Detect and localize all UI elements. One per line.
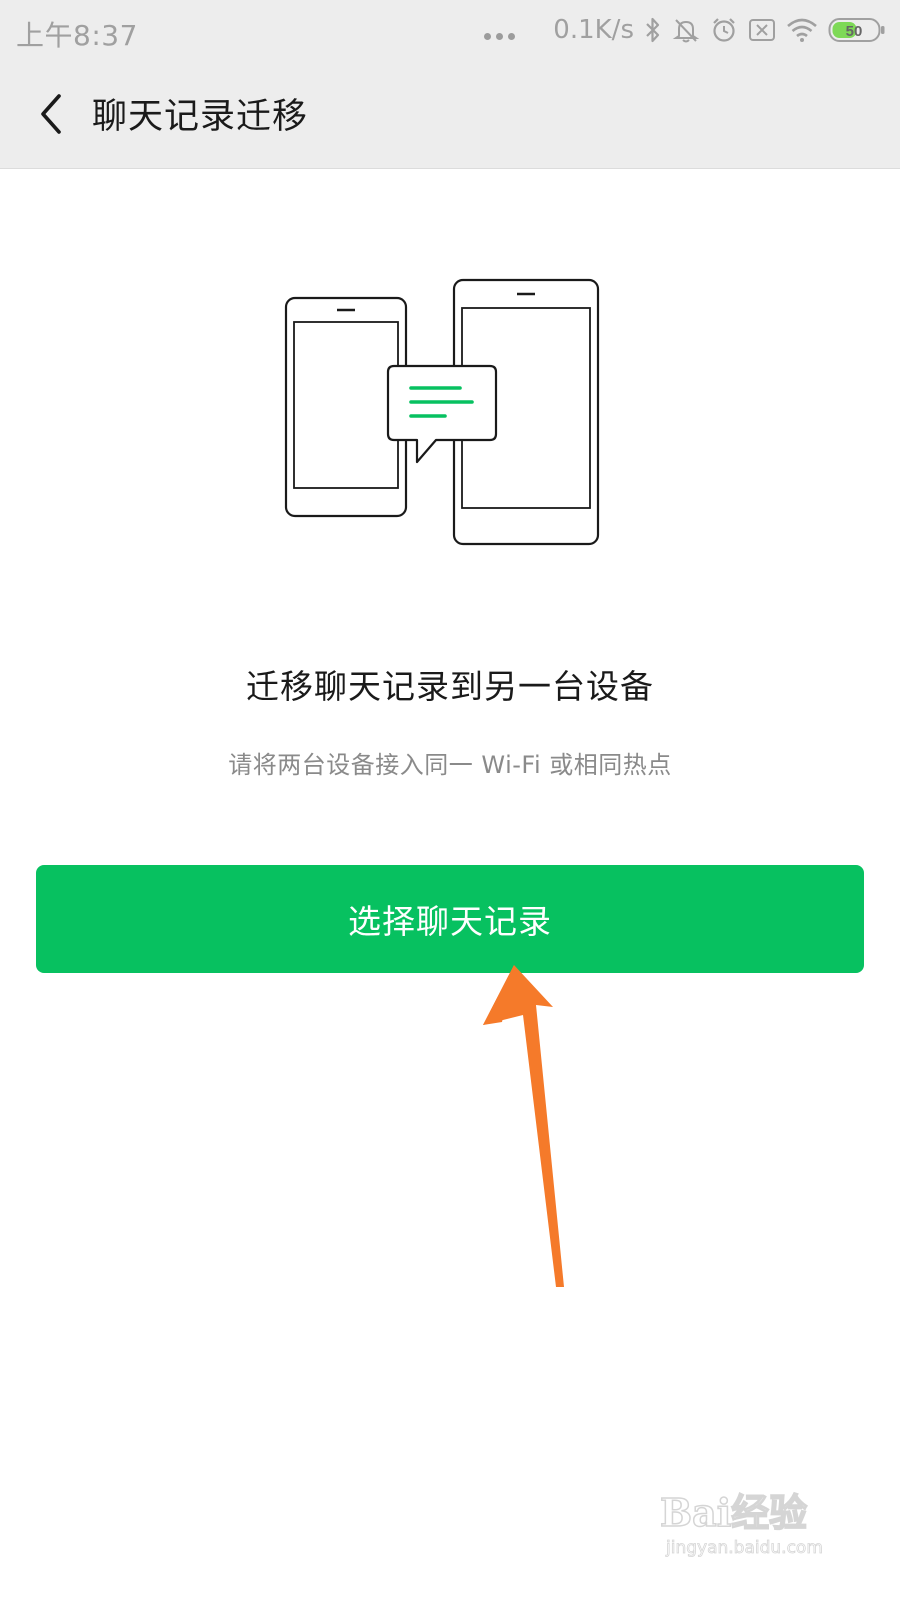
more-dots-icon: [484, 32, 516, 40]
app-bar: 聊天记录迁移: [0, 62, 900, 168]
watermark-url: jingyan.baidu.com: [666, 1538, 824, 1559]
mute-bell-icon: [672, 16, 700, 44]
wifi-hint: 请将两台设备接入同一 Wi-Fi 或相同热点: [228, 751, 672, 779]
page-title: 聊天记录迁移: [92, 97, 309, 137]
battery-level: 50: [846, 23, 863, 40]
battery-icon: 50: [828, 16, 886, 44]
two-phones-chat-transfer-illustration: [280, 270, 620, 560]
network-speed: 0.1K/s: [553, 15, 634, 45]
status-icons: 0.1K/s 50: [484, 10, 886, 50]
chevron-left-icon: [41, 94, 61, 134]
headline: 迁移聊天记录到另一台设备: [246, 667, 654, 706]
sim-off-icon: [748, 17, 776, 43]
alarm-icon: [710, 16, 738, 44]
status-bar: 上午8:37 0.1K/s 50: [0, 0, 900, 62]
back-button[interactable]: [22, 84, 82, 144]
wifi-icon: [786, 17, 818, 43]
watermark-logo: Bai经验: [659, 1489, 808, 1536]
orange-arrow-pointer: [480, 965, 590, 1305]
select-chat-history-button[interactable]: 选择聊天记录: [36, 865, 864, 973]
screen: 上午8:37 0.1K/s 50 聊天记录迁移 迁移聊天记录到另一台设备 请将两…: [0, 0, 900, 1600]
status-time: 上午8:37: [16, 19, 138, 52]
top-bar: 上午8:37 0.1K/s 50 聊天记录迁移: [0, 0, 900, 169]
baidu-jingyan-watermark: Bai经验 jingyan.baidu.com: [659, 1472, 860, 1572]
bluetooth-icon: [644, 16, 662, 44]
